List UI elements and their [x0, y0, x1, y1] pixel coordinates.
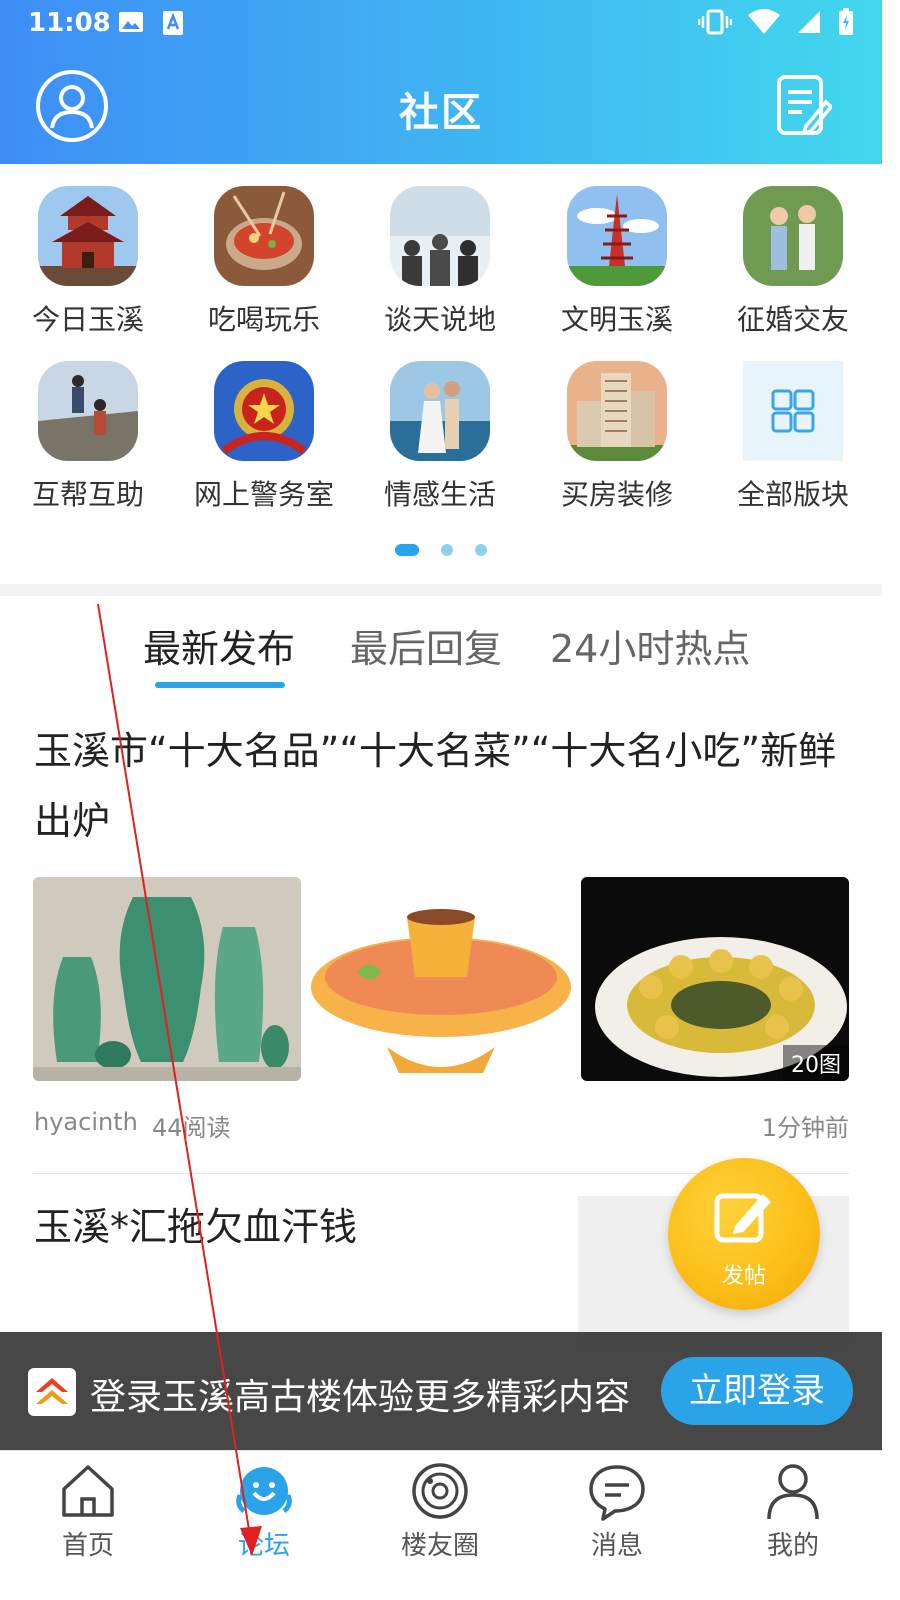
- bottom-nav: 首页 论坛 楼友圈 消息 我的: [0, 1450, 882, 1600]
- nav-friends-circle[interactable]: 楼友圈: [352, 1451, 528, 1600]
- forum-item-chat[interactable]: 谈天说地: [352, 186, 528, 338]
- login-banner-text: 登录玉溪高古楼体验更多精彩内容: [90, 1377, 631, 1418]
- nav-home[interactable]: 首页: [0, 1451, 176, 1600]
- section-divider: [0, 584, 882, 596]
- status-time: 11:08: [28, 8, 111, 38]
- signal-icon: [798, 11, 820, 33]
- forum-label: 谈天说地: [383, 303, 496, 336]
- home-icon: [62, 1465, 114, 1517]
- nav-label: 论坛: [237, 1531, 290, 1561]
- edit-icon: [714, 1193, 771, 1243]
- forum-item-mutual-help[interactable]: 互帮互助: [0, 361, 176, 513]
- tower-icon: [567, 186, 667, 286]
- forum-item-emotion[interactable]: 情感生活: [352, 361, 528, 513]
- post-title[interactable]: 玉溪*汇拖欠血汗钱: [34, 1192, 554, 1262]
- tab-latest[interactable]: 最新发布: [143, 618, 295, 673]
- post-image-hotpot[interactable]: [307, 877, 575, 1081]
- grid-icon: [743, 361, 843, 461]
- compose-button[interactable]: [776, 74, 834, 138]
- vibrate-icon: [698, 9, 732, 35]
- forum-label: 今日玉溪: [31, 303, 144, 336]
- forum-label: 文明玉溪: [560, 303, 673, 336]
- nav-label: 我的: [766, 1531, 819, 1561]
- forum-label: 买房装修: [560, 478, 673, 511]
- building-icon: [567, 361, 667, 461]
- new-post-fab[interactable]: 发帖: [668, 1158, 820, 1310]
- page-dot: [475, 544, 487, 556]
- post-author[interactable]: hyacinth: [34, 1108, 138, 1136]
- forum-label: 征婚交友: [736, 303, 849, 336]
- nav-forum[interactable]: 论坛: [176, 1451, 352, 1600]
- edit-note-icon: [777, 75, 834, 136]
- status-bar: 11:08: [0, 0, 882, 48]
- hotpot-icon: [214, 186, 314, 286]
- page-indicator: [0, 544, 882, 556]
- forum-item-food-fun[interactable]: 吃喝玩乐: [176, 186, 352, 338]
- post-image-dish[interactable]: 20图: [581, 877, 849, 1081]
- forum-item-dating[interactable]: 征婚交友: [705, 186, 881, 338]
- post-image-vases[interactable]: [33, 877, 301, 1081]
- forum-label: 情感生活: [383, 478, 496, 511]
- tab-last-reply[interactable]: 最后回复: [350, 618, 502, 673]
- forum-icon: [236, 1467, 292, 1515]
- tab-24h-hot[interactable]: 24小时热点: [550, 618, 750, 673]
- climb-help-icon: [38, 361, 138, 461]
- app-logo: [28, 1368, 76, 1416]
- forum-grid: 今日玉溪 吃喝玩乐 谈天说地 文明玉溪 征婚交友 互帮互助 网上警务室 情感生活…: [0, 164, 882, 584]
- page-title: 社区: [399, 90, 483, 136]
- fab-label: 发帖: [721, 1264, 766, 1289]
- post-time: 1分钟前: [761, 1114, 849, 1142]
- romance-icon: [390, 361, 490, 461]
- login-banner: 登录玉溪高古楼体验更多精彩内容 立即登录: [0, 1332, 882, 1450]
- login-now-button[interactable]: 立即登录: [661, 1357, 853, 1425]
- forum-item-housing[interactable]: 买房装修: [529, 361, 705, 513]
- page-dot-active: [395, 544, 419, 556]
- nav-label: 楼友圈: [400, 1531, 479, 1561]
- app-header: 11:08 社区: [0, 0, 882, 164]
- message-icon: [589, 1465, 645, 1521]
- police-badge-icon: [214, 361, 314, 461]
- pagoda-icon: [38, 186, 138, 286]
- app-notification-icon: [163, 11, 183, 35]
- nav-label: 首页: [61, 1531, 114, 1561]
- planet-icon: [412, 1463, 468, 1519]
- forum-item-civilized[interactable]: 文明玉溪: [529, 186, 705, 338]
- image-notification-icon: [119, 12, 143, 32]
- page-dot: [441, 544, 453, 556]
- battery-icon: [839, 8, 853, 35]
- nav-mine[interactable]: 我的: [705, 1451, 881, 1600]
- forum-label: 吃喝玩乐: [207, 303, 320, 336]
- post-title[interactable]: 玉溪市“十大名品”“十大名菜”“十大名小吃”新鲜出炉: [34, 716, 854, 856]
- wifi-icon: [748, 9, 780, 34]
- post-image-gallery[interactable]: 20图: [33, 877, 849, 1081]
- image-count-badge: 20图: [783, 1045, 849, 1081]
- nav-label: 消息: [590, 1531, 643, 1561]
- forum-item-all-boards[interactable]: 全部版块: [705, 361, 881, 513]
- tab-active-indicator: [155, 682, 285, 688]
- post-read-count: 44阅读: [152, 1114, 231, 1142]
- forum-label: 全部版块: [736, 478, 849, 511]
- user-icon: [767, 1464, 819, 1520]
- forum-item-police[interactable]: 网上警务室: [176, 361, 352, 513]
- nav-messages[interactable]: 消息: [529, 1451, 705, 1600]
- forum-label: 网上警务室: [193, 478, 334, 511]
- meeting-icon: [390, 186, 490, 286]
- forum-item-jinri-yuxi[interactable]: 今日玉溪: [0, 186, 176, 338]
- forum-label: 互帮互助: [31, 478, 144, 511]
- feed-tabs: 最新发布 最后回复 24小时热点: [0, 596, 882, 696]
- couple-icon: [743, 186, 843, 286]
